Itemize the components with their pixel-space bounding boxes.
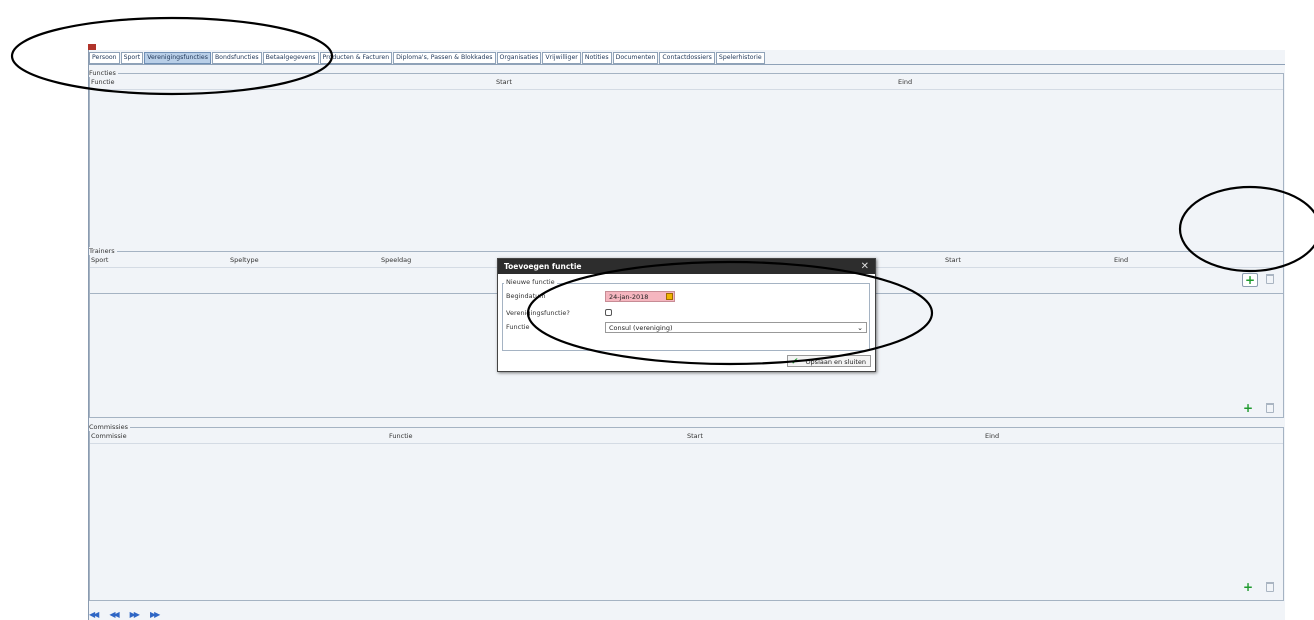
tab-organisaties[interactable]: Organisaties (496, 52, 542, 64)
new-function-group: Nieuwe functie Begindatum 24-jan-2018 Ve… (502, 278, 870, 351)
previous-record-icon[interactable]: ◀◀ (109, 610, 119, 619)
functies-col-start[interactable]: Start (496, 77, 512, 89)
tab-bar: Persoon Sport Verenigingsfuncties Bondsf… (89, 52, 766, 64)
close-icon[interactable]: ✕ (861, 259, 869, 274)
record-navigation: ◀◀ ◀◀ ▶▶ ▶▶ (89, 610, 160, 619)
first-record-icon[interactable]: ◀◀ (89, 610, 99, 619)
tab-diplomas-passen-blokkades[interactable]: Diploma's, Passen & Blokkades (393, 52, 496, 64)
tab-verenigingsfuncties[interactable]: Verenigingsfuncties (144, 52, 211, 64)
tab-bondsfuncties[interactable]: Bondsfuncties (211, 52, 262, 64)
trainers-col-eind[interactable]: Eind (1114, 255, 1128, 267)
tab-documenten[interactable]: Documenten (612, 52, 659, 64)
verenigingsfunctie-label: Verenigingsfunctie? (506, 309, 570, 317)
dialog-title-bar[interactable]: Toevoegen functie ✕ (498, 259, 875, 274)
trash-icon (1266, 403, 1274, 413)
next-record-icon[interactable]: ▶▶ (130, 610, 140, 619)
tab-vrijwilliger[interactable]: Vrijwilliger (542, 52, 581, 64)
trash-icon (1266, 582, 1274, 592)
check-icon: ✔ (791, 357, 799, 367)
verenigingsfunctie-checkbox[interactable] (605, 309, 612, 316)
functie-label: Functie (506, 323, 530, 331)
functies-col-functie[interactable]: Functie (91, 77, 115, 89)
last-record-icon[interactable]: ▶▶ (150, 610, 160, 619)
commissies-delete-button[interactable] (1264, 581, 1276, 593)
chevron-down-icon: ⌄ (857, 324, 863, 332)
save-and-close-label: Opslaan en sluiten (805, 358, 866, 366)
tab-underline (89, 64, 1285, 65)
tab-contactdossiers[interactable]: Contactdossiers (659, 52, 715, 64)
trainers-col-speeldag[interactable]: Speeldag (381, 255, 411, 267)
commissies-legend: Commissies (89, 423, 130, 431)
trainers-col-speltype[interactable]: Speltype (230, 255, 259, 267)
add-function-dialog: Toevoegen functie ✕ Nieuwe functie Begin… (497, 258, 876, 372)
begindatum-label: Begindatum (506, 292, 546, 300)
tab-producten-facturen[interactable]: Producten & Facturen (319, 52, 393, 64)
functie-select[interactable]: Consul (vereniging) ⌄ (605, 322, 867, 333)
trainers-delete-button[interactable] (1264, 402, 1276, 414)
functies-header-divider (90, 89, 1283, 90)
commissies-col-functie[interactable]: Functie (389, 431, 413, 443)
trainers-legend: Trainers (89, 247, 117, 255)
begindatum-value: 24-jan-2018 (609, 293, 649, 301)
commissies-col-start[interactable]: Start (687, 431, 703, 443)
commissies-add-button[interactable]: + (1242, 581, 1254, 593)
commissies-col-commissie[interactable]: Commissie (91, 431, 127, 443)
plus-icon: + (1242, 580, 1254, 594)
functie-selected-value: Consul (vereniging) (609, 324, 673, 332)
functies-legend: Functies (89, 69, 118, 77)
tab-sport[interactable]: Sport (120, 52, 144, 64)
dialog-title: Toevoegen functie (504, 262, 582, 271)
trainers-add-button[interactable]: + (1242, 402, 1254, 414)
new-function-legend: Nieuwe functie (504, 278, 557, 286)
plus-icon: + (1242, 401, 1254, 415)
commissies-col-eind[interactable]: Eind (985, 431, 999, 443)
commissies-group: Commissies Commissie Functie Start Eind … (89, 423, 1284, 601)
trainers-col-start[interactable]: Start (945, 255, 961, 267)
tab-notities[interactable]: Notities (581, 52, 612, 64)
commissies-header-divider (90, 443, 1283, 444)
trainers-col-sport[interactable]: Sport (91, 255, 108, 267)
tab-persoon[interactable]: Persoon (89, 52, 120, 64)
begindatum-field[interactable]: 24-jan-2018 (605, 291, 675, 302)
save-and-close-button[interactable]: ✔ Opslaan en sluiten (787, 355, 871, 367)
functies-col-eind[interactable]: Eind (898, 77, 912, 89)
tab-spelerhistorie[interactable]: Spelerhistorie (715, 52, 765, 64)
calendar-icon[interactable] (666, 293, 673, 300)
tab-betaalgegevens[interactable]: Betaalgegevens (262, 52, 319, 64)
